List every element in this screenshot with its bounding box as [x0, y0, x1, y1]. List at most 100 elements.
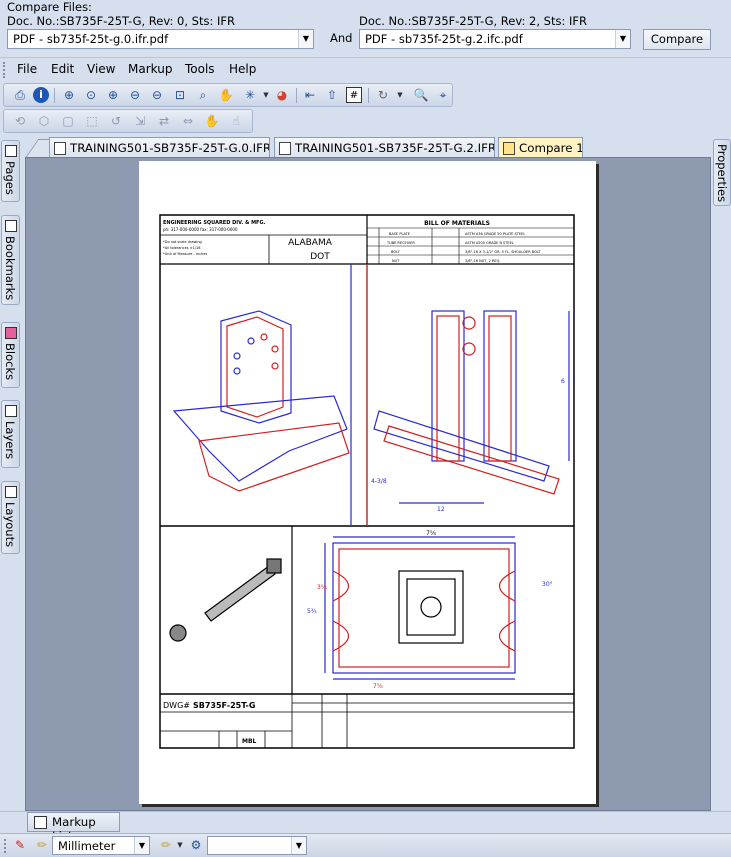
pan-hand-icon[interactable]: ✋	[218, 87, 234, 103]
panel-tab-properties[interactable]: Properties	[713, 139, 731, 206]
view-walk-hand-icon[interactable]: ✋	[204, 113, 220, 129]
zoom-out-icon[interactable]: ⊖	[149, 87, 165, 103]
panel-tab-layers[interactable]: Layers	[1, 400, 20, 468]
page-up-icon[interactable]: ⇧	[324, 87, 340, 103]
layouts-icon	[5, 486, 17, 498]
panel-tab-label: Properties	[715, 144, 729, 203]
dim-width: 12	[437, 506, 445, 513]
and-label: And	[330, 31, 353, 45]
left-doc-info: Doc. No.:SB735F-25T-G, Rev: 0, Sts: IFR	[7, 14, 236, 28]
markup-list-icon	[34, 816, 47, 829]
svg-text:ENGINEERING SQUARED DIV. & MFG: ENGINEERING SQUARED DIV. & MFG.	[163, 220, 266, 226]
zoom-plus-icon[interactable]: ⊕	[105, 87, 121, 103]
panel-tab-label: Bookmarks	[3, 236, 17, 301]
left-file-value: PDF - sb735f-25t-g.0.ifr.pdf	[13, 32, 169, 46]
panel-tab-bookmarks[interactable]: Bookmarks	[1, 215, 20, 305]
pdf-document-icon	[54, 142, 66, 155]
settings-icon[interactable]: ⚙	[188, 837, 204, 853]
menu-tools[interactable]: Tools	[185, 62, 215, 76]
svg-text:3/8"-16 X 3-1/2" GR. 5 FL. SHO: 3/8"-16 X 3-1/2" GR. 5 FL. SHOULDER BOLT	[465, 250, 541, 254]
info-icon[interactable]: i	[33, 87, 49, 103]
menu-edit[interactable]: Edit	[51, 62, 74, 76]
svg-text:*Unit of Measure - Inches: *Unit of Measure - Inches	[163, 252, 207, 256]
grip-handle[interactable]	[3, 62, 6, 78]
tab-label: TRAINING501-SB735F-25T-G.0.IFR.pdf	[70, 141, 270, 155]
panel-tab-layouts[interactable]: Layouts	[1, 481, 20, 554]
menu-file[interactable]: File	[17, 62, 37, 76]
view-select-icon[interactable]: ☝	[228, 113, 244, 129]
chevron-down-icon[interactable]: ▼	[291, 837, 306, 854]
bom-title: BILL OF MATERIALS	[424, 220, 490, 227]
markup-off-icon[interactable]: ✎	[12, 837, 28, 853]
left-file-select[interactable]: PDF - sb735f-25t-g.0.ifr.pdf ▼	[7, 29, 314, 49]
dim-bottom: 7⅝	[373, 683, 383, 690]
chevron-down-icon[interactable]: ▼	[134, 837, 149, 854]
menu-view[interactable]: View	[87, 62, 115, 76]
dim-height: 6	[561, 378, 565, 385]
color-palette-icon[interactable]: ◕	[274, 87, 290, 103]
svg-text:ph: 317-000-0000 fax: 317-00: ph: 317-000-0000 fax: 317-000-0000	[163, 227, 238, 232]
print-icon[interactable]: ⎙	[12, 87, 28, 103]
compare-icon	[503, 142, 515, 155]
zoom-in-icon[interactable]: ⊕	[61, 87, 77, 103]
svg-text:3/8"-16 NUT, 2 REQ.: 3/8"-16 NUT, 2 REQ.	[465, 259, 500, 263]
svg-text:*Do not scale drawing: *Do not scale drawing	[163, 240, 202, 244]
right-file-select[interactable]: PDF - sb735f-25t-g.2.ifc.pdf ▼	[359, 29, 631, 49]
menu-help[interactable]: Help	[229, 62, 256, 76]
chevron-down-icon[interactable]: ▼	[615, 30, 630, 48]
dim-side: 4-3/8	[371, 478, 387, 485]
blocks-icon	[5, 327, 17, 339]
redline-icon[interactable]: ↻	[375, 87, 391, 103]
svg-text:NUT: NUT	[392, 259, 400, 263]
dim-top: 7⅝	[426, 530, 436, 537]
menu-markup[interactable]: Markup	[128, 62, 172, 76]
compare-files-header: Compare Files: Doc. No.:SB735F-25T-G, Re…	[0, 0, 731, 56]
dim-inner: 5¾	[307, 608, 317, 615]
chevron-down-icon[interactable]: ▼	[298, 30, 313, 48]
dwg-number: SB735F-25T-G	[193, 701, 255, 710]
zoom-window-icon[interactable]: ⊙	[83, 87, 99, 103]
pages-icon	[5, 145, 17, 157]
tab-label: TRAINING501-SB735F-25T-G.2.IFR.pdf	[295, 141, 495, 155]
grip-handle[interactable]	[4, 839, 7, 853]
zoom-fit-icon[interactable]: ⊡	[172, 87, 188, 103]
view-walk-icon[interactable]: ⇲	[132, 113, 148, 129]
view-3d-icon[interactable]: ⟲	[12, 113, 28, 129]
chevron-down-icon[interactable]: ▼	[258, 87, 274, 103]
view-front-icon[interactable]: ▢	[60, 113, 76, 129]
drawing-sheet: ENGINEERING SQUARED DIV. & MFG. ph: 317-…	[159, 214, 575, 749]
bookmarks-icon	[5, 220, 17, 232]
svg-text:ASTM A500 GRADE B STEEL: ASTM A500 GRADE B STEEL	[465, 241, 514, 245]
chevron-down-icon[interactable]: ▼	[392, 87, 408, 103]
markup-list-tab[interactable]: Markup List	[27, 812, 120, 843]
tab-document-rev2[interactable]: TRAINING501-SB735F-25T-G.2.IFR.pdf	[274, 137, 495, 158]
rotate-icon[interactable]: ✳	[242, 87, 258, 103]
panel-tab-label: Layers	[3, 421, 17, 460]
view-orbit-icon[interactable]: ↺	[108, 113, 124, 129]
zoom-page-icon[interactable]: ⌕	[195, 87, 211, 103]
magnifier-icon[interactable]: 🔍	[413, 87, 429, 103]
panel-tab-blocks[interactable]: Blocks	[1, 322, 20, 388]
view-fly-icon[interactable]: ⇄	[156, 113, 172, 129]
snapshot-icon[interactable]: ⌖	[435, 87, 451, 103]
tab-label: Compare 1	[519, 141, 583, 155]
dwg-label: DWG#	[163, 701, 190, 710]
scale-select[interactable]: ▼	[207, 836, 307, 855]
compare-button[interactable]: Compare	[643, 29, 711, 50]
panel-tab-label: Layouts	[3, 502, 17, 548]
panel-tab-pages[interactable]: Pages	[1, 140, 20, 202]
zoom-minus-icon[interactable]: ⊖	[127, 87, 143, 103]
view-iso-icon[interactable]: ⬡	[36, 113, 52, 129]
pencil-icon[interactable]: ✏	[34, 837, 50, 853]
drawing-page[interactable]: ENGINEERING SQUARED DIV. & MFG. ph: 317-…	[139, 161, 596, 804]
document-tabs: TRAINING501-SB735F-25T-G.0.IFR.pdf TRAIN…	[25, 137, 715, 158]
view-box-icon[interactable]: ⬚	[84, 113, 100, 129]
pdf-document-icon	[279, 142, 291, 155]
page-number-icon[interactable]: #	[346, 87, 362, 103]
view-section-icon[interactable]: ⇔	[180, 113, 196, 129]
tab-document-rev0[interactable]: TRAINING501-SB735F-25T-G.0.IFR.pdf	[49, 137, 270, 158]
unit-select[interactable]: Millimeter ▼	[52, 836, 150, 855]
chevron-down-icon[interactable]: ▼	[172, 837, 188, 853]
tab-compare[interactable]: Compare 1	[498, 137, 583, 158]
page-first-icon[interactable]: ⇤	[302, 87, 318, 103]
